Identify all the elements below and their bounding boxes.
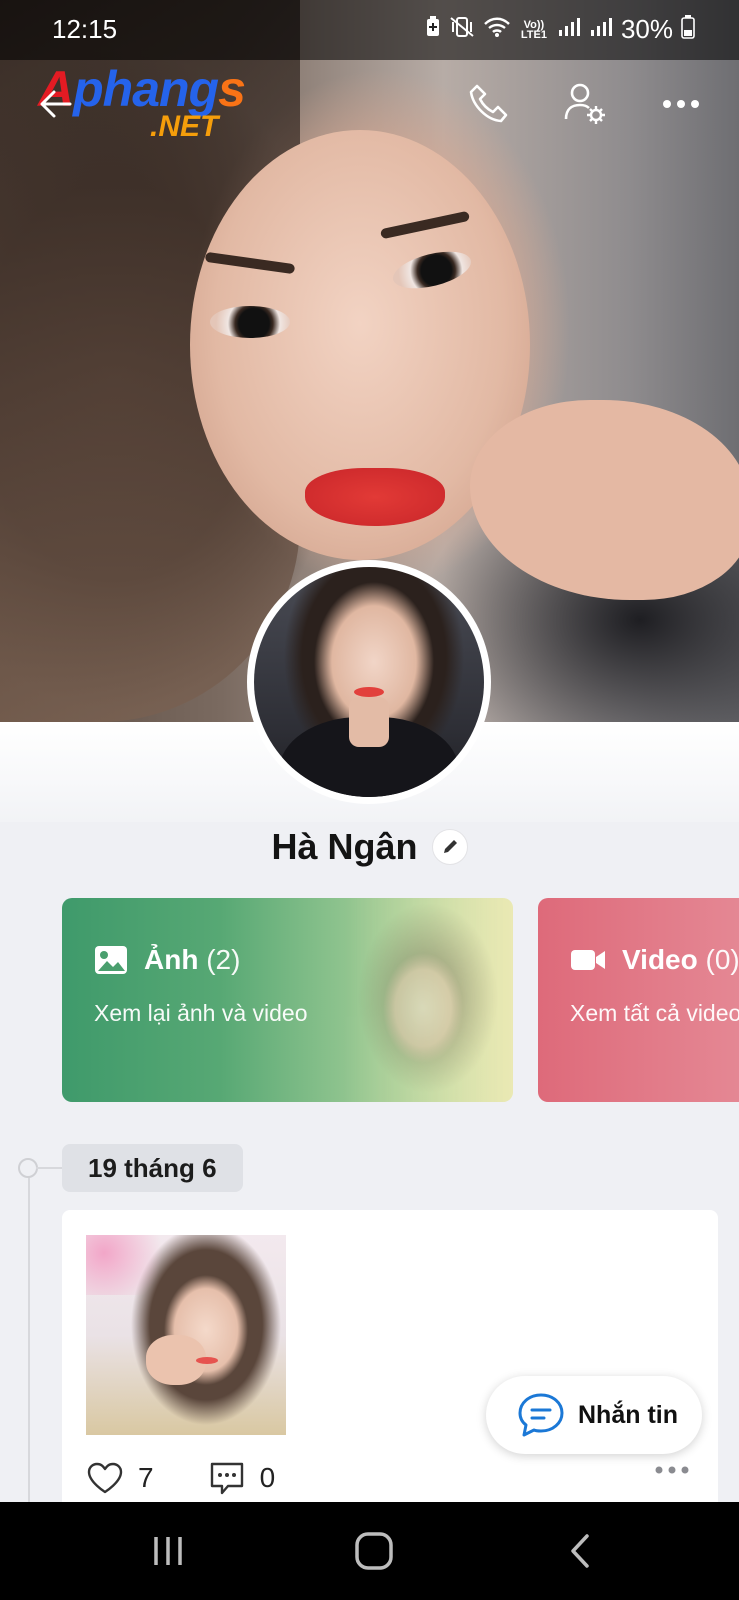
- post-photo[interactable]: [86, 1235, 286, 1435]
- image-icon: [95, 946, 127, 974]
- battery-percent: 30%: [620, 14, 673, 44]
- profile-settings-button[interactable]: [561, 80, 609, 128]
- system-back-button[interactable]: [550, 1526, 610, 1576]
- status-icons: Vo)) LTE1 30%: [425, 14, 695, 45]
- avatar-lips: [354, 687, 384, 697]
- recent-apps-button[interactable]: [138, 1526, 198, 1576]
- cover-eye-left: [210, 306, 290, 338]
- battery-icon: [681, 15, 695, 44]
- more-options-icon: [655, 1466, 689, 1474]
- timeline-dot: [18, 1158, 38, 1178]
- avatar[interactable]: [254, 567, 484, 797]
- photos-card-count: (2): [206, 944, 241, 975]
- status-bar: 12:15 Vo)) LTE1 30%: [0, 0, 739, 58]
- home-button[interactable]: [344, 1526, 404, 1576]
- photos-card-title-row: Ảnh (2): [94, 944, 240, 976]
- post-card: 7 0: [62, 1210, 718, 1510]
- videos-card-subtitle: Xem tất cả video: [570, 1000, 739, 1026]
- like-button[interactable]: 7: [86, 1461, 154, 1495]
- chat-icon: [518, 1393, 564, 1437]
- avatar-ring: [247, 560, 491, 804]
- signal-icon: [589, 16, 613, 43]
- watermark-suffix: .NET: [150, 110, 219, 143]
- post-photo-decoration: [86, 1235, 176, 1295]
- top-bar: Aphangs .NET: [0, 61, 739, 143]
- phone-icon: [469, 84, 508, 123]
- comment-icon: [210, 1462, 243, 1495]
- photos-card[interactable]: Ảnh (2) Xem lại ảnh và video: [62, 898, 513, 1102]
- post-photo-lips: [196, 1357, 218, 1364]
- timeline-connector: [36, 1167, 62, 1169]
- message-button-label: Nhắn tin: [578, 1400, 678, 1429]
- videos-card[interactable]: Video (0) Xem tất cả video: [538, 898, 739, 1102]
- post-more-button[interactable]: [654, 1462, 690, 1480]
- video-icon: [571, 950, 605, 970]
- photos-card-thumbnail: [343, 898, 513, 1102]
- status-time: 12:15: [52, 14, 118, 44]
- call-button[interactable]: [465, 80, 513, 128]
- comment-button[interactable]: 0: [208, 1460, 276, 1496]
- wifi-icon: [483, 16, 511, 43]
- back-button[interactable]: [34, 82, 78, 126]
- vibrate-icon: [449, 16, 475, 43]
- videos-card-title-row: Video (0): [570, 944, 739, 976]
- home-icon: [355, 1532, 393, 1570]
- top-actions: [465, 80, 705, 128]
- back-arrow-icon: [40, 90, 72, 118]
- cover-hand-shape: [470, 400, 739, 600]
- timeline-line: [28, 1168, 30, 1508]
- battery-saver-icon: [425, 16, 441, 43]
- profile-name: Hà Ngân: [271, 826, 418, 867]
- edit-name-button[interactable]: [431, 829, 468, 865]
- message-button[interactable]: Nhắn tin: [486, 1376, 702, 1454]
- pencil-icon: [443, 840, 457, 853]
- post-actions: 7 0: [86, 1460, 315, 1496]
- comment-count: 0: [259, 1462, 276, 1493]
- profile-name-row: Hà Ngân: [0, 820, 739, 874]
- more-options-button[interactable]: [657, 80, 705, 128]
- more-options-icon: [663, 100, 699, 108]
- system-nav-bar: [0, 1502, 739, 1600]
- like-count: 7: [138, 1462, 154, 1493]
- profile-settings-icon: [564, 83, 605, 124]
- timeline-date: 19 tháng 6: [62, 1144, 243, 1192]
- photos-card-title: Ảnh: [144, 944, 199, 975]
- network-label: Vo)) LTE1: [520, 18, 547, 41]
- avatar-neck-shape: [349, 697, 389, 747]
- heart-icon: [87, 1462, 123, 1494]
- recent-apps-icon: [154, 1537, 182, 1565]
- photos-card-subtitle: Xem lại ảnh và video: [94, 1000, 308, 1026]
- signal-icon: [557, 16, 581, 43]
- videos-card-title: Video: [622, 944, 698, 975]
- cover-lips: [305, 468, 445, 526]
- videos-card-count: (0): [705, 944, 739, 975]
- back-icon: [571, 1534, 589, 1568]
